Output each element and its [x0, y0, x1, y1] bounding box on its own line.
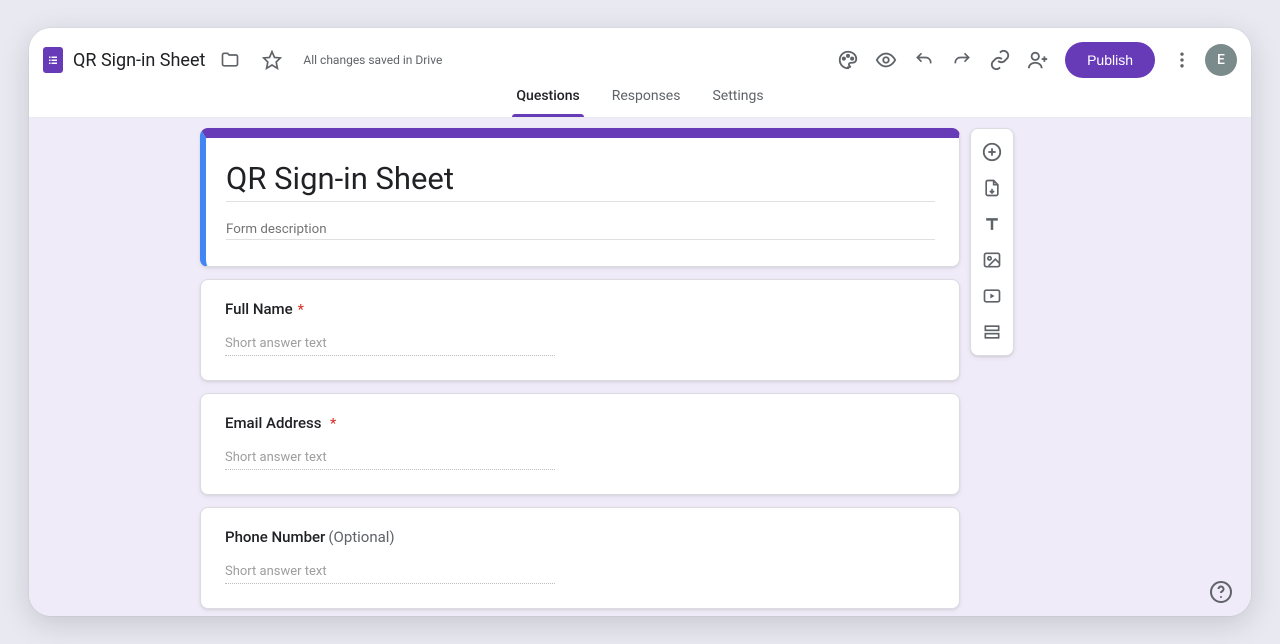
question-label: Full Name [225, 300, 293, 318]
short-answer-placeholder: Short answer text [225, 564, 555, 584]
link-icon[interactable] [983, 43, 1017, 77]
short-answer-placeholder: Short answer text [225, 450, 555, 470]
save-status-text: All changes saved in Drive [303, 53, 442, 67]
tab-settings[interactable]: Settings [708, 88, 767, 117]
question-toolbar [970, 128, 1014, 356]
add-section-icon[interactable] [975, 315, 1009, 349]
document-title[interactable]: QR Sign-in Sheet [73, 50, 205, 71]
move-to-folder-icon[interactable] [213, 43, 247, 77]
publish-button[interactable]: Publish [1065, 42, 1155, 78]
form-header-card[interactable] [200, 128, 960, 267]
tab-questions[interactable]: Questions [512, 88, 583, 117]
question-title: Email Address * [225, 414, 935, 432]
add-image-icon[interactable] [975, 243, 1009, 277]
account-avatar[interactable]: E [1205, 44, 1237, 76]
question-label: Phone Number [225, 528, 325, 546]
canvas: Full Name * Short answer text Email Addr… [200, 128, 1080, 616]
redo-icon[interactable] [945, 43, 979, 77]
question-card[interactable]: Email Address * Short answer text [200, 393, 960, 495]
question-card[interactable]: Full Name * Short answer text [200, 279, 960, 381]
question-title: Full Name * [225, 300, 935, 318]
tab-bar: Questions Responses Settings [29, 88, 1251, 118]
app-window: QR Sign-in Sheet All changes saved in Dr… [29, 28, 1251, 616]
question-suffix: (Optional) [328, 528, 394, 546]
forms-app-icon[interactable] [43, 47, 63, 73]
theme-customize-icon[interactable] [831, 43, 865, 77]
add-video-icon[interactable] [975, 279, 1009, 313]
import-questions-icon[interactable] [975, 171, 1009, 205]
question-card[interactable]: Phone Number (Optional) Short answer tex… [200, 507, 960, 609]
more-options-icon[interactable] [1165, 43, 1199, 77]
star-icon[interactable] [255, 43, 289, 77]
add-question-icon[interactable] [975, 135, 1009, 169]
form-title-input[interactable] [226, 156, 935, 202]
form-description-input[interactable] [226, 220, 935, 240]
required-star-icon: * [327, 416, 337, 432]
tab-responses[interactable]: Responses [608, 88, 685, 117]
header-actions: Publish E [831, 42, 1237, 78]
header-bar: QR Sign-in Sheet All changes saved in Dr… [29, 28, 1251, 92]
form-column: Full Name * Short answer text Email Addr… [200, 128, 960, 616]
form-editor-body: Full Name * Short answer text Email Addr… [29, 118, 1251, 616]
question-title: Phone Number (Optional) [225, 528, 935, 546]
required-star-icon: * [298, 302, 304, 318]
help-icon[interactable] [1207, 578, 1235, 606]
add-collaborator-icon[interactable] [1021, 43, 1055, 77]
question-label: Email Address [225, 414, 322, 432]
add-title-icon[interactable] [975, 207, 1009, 241]
short-answer-placeholder: Short answer text [225, 336, 555, 356]
scroll-area[interactable]: Full Name * Short answer text Email Addr… [29, 118, 1251, 616]
undo-icon[interactable] [907, 43, 941, 77]
preview-icon[interactable] [869, 43, 903, 77]
